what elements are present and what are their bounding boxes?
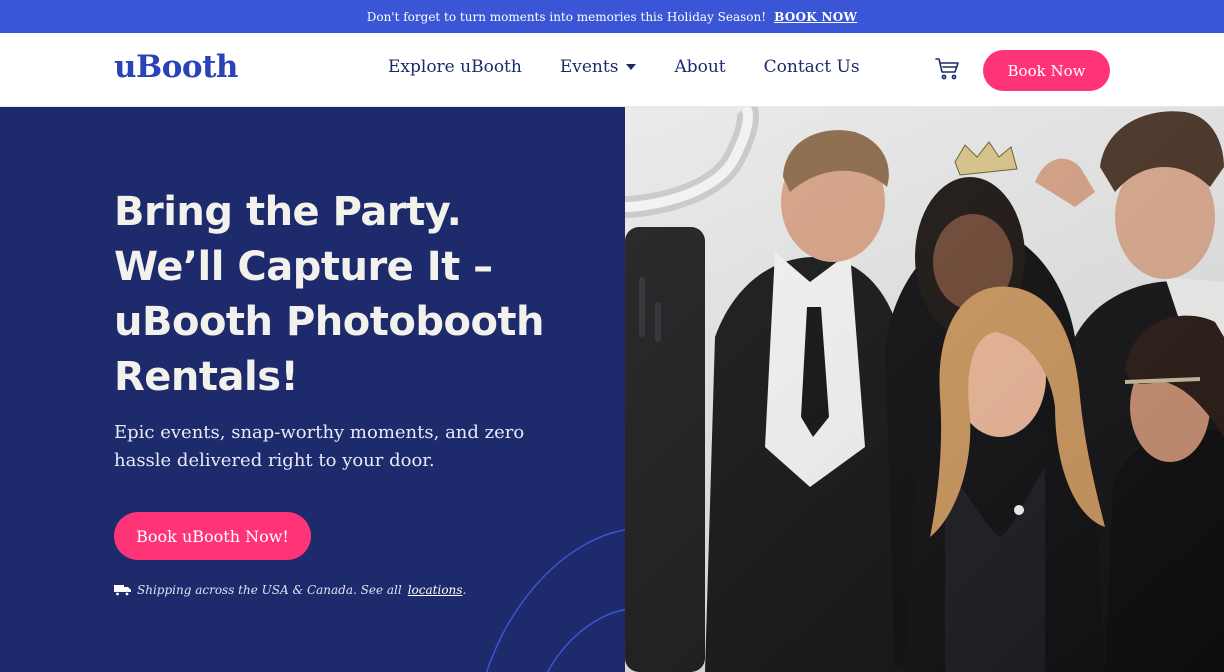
chevron-down-icon: [626, 64, 637, 70]
nav-explore-label: Explore uBooth: [388, 57, 522, 77]
hero-photo-people: [625, 107, 1224, 672]
book-now-button[interactable]: Book Now: [983, 50, 1110, 91]
hero-section: Bring the Party. We’ll Capture It – uBoo…: [0, 107, 625, 672]
nav-events[interactable]: Events: [560, 57, 637, 77]
nav-explore[interactable]: Explore uBooth: [388, 57, 522, 77]
hero-subtitle: Epic events, snap-worthy moments, and ze…: [114, 422, 525, 471]
cart-icon[interactable]: [935, 57, 961, 81]
shipping-note: Shipping across the USA & Canada. See al…: [114, 583, 466, 597]
truck-icon: [114, 585, 131, 596]
announcement-text: Don't forget to turn moments into memori…: [366, 9, 767, 24]
shipping-text: Shipping across the USA & Canada. See al…: [137, 583, 402, 597]
hero-title-line: uBooth Photobooth: [114, 299, 545, 345]
hero-title-line: We’ll Capture It –: [114, 244, 493, 290]
decorative-arcs: [485, 529, 625, 672]
site-header: uBooth Explore uBooth Events About Conta…: [0, 33, 1224, 107]
ubooth-logo[interactable]: uBooth: [114, 49, 238, 85]
shipping-end: .: [462, 583, 467, 597]
nav-about[interactable]: About: [674, 57, 725, 77]
nav-contact[interactable]: Contact Us: [764, 57, 860, 77]
announcement-book-now-link[interactable]: BOOK NOW: [774, 10, 857, 24]
main-nav: Explore uBooth Events About Contact Us: [388, 57, 860, 77]
hero-title-line: Bring the Party.: [114, 189, 462, 235]
nav-contact-label: Contact Us: [763, 57, 860, 77]
hero-title: Bring the Party. We’ll Capture It – uBoo…: [114, 185, 584, 405]
book-ubooth-now-button[interactable]: Book uBooth Now!: [114, 512, 311, 560]
hero-title-line: Rentals!: [114, 354, 299, 400]
announcement-bar: Don't forget to turn moments into memori…: [0, 0, 1224, 33]
nav-events-label: Events: [559, 57, 619, 77]
locations-link[interactable]: locations: [408, 583, 463, 597]
nav-about-label: About: [674, 57, 726, 77]
